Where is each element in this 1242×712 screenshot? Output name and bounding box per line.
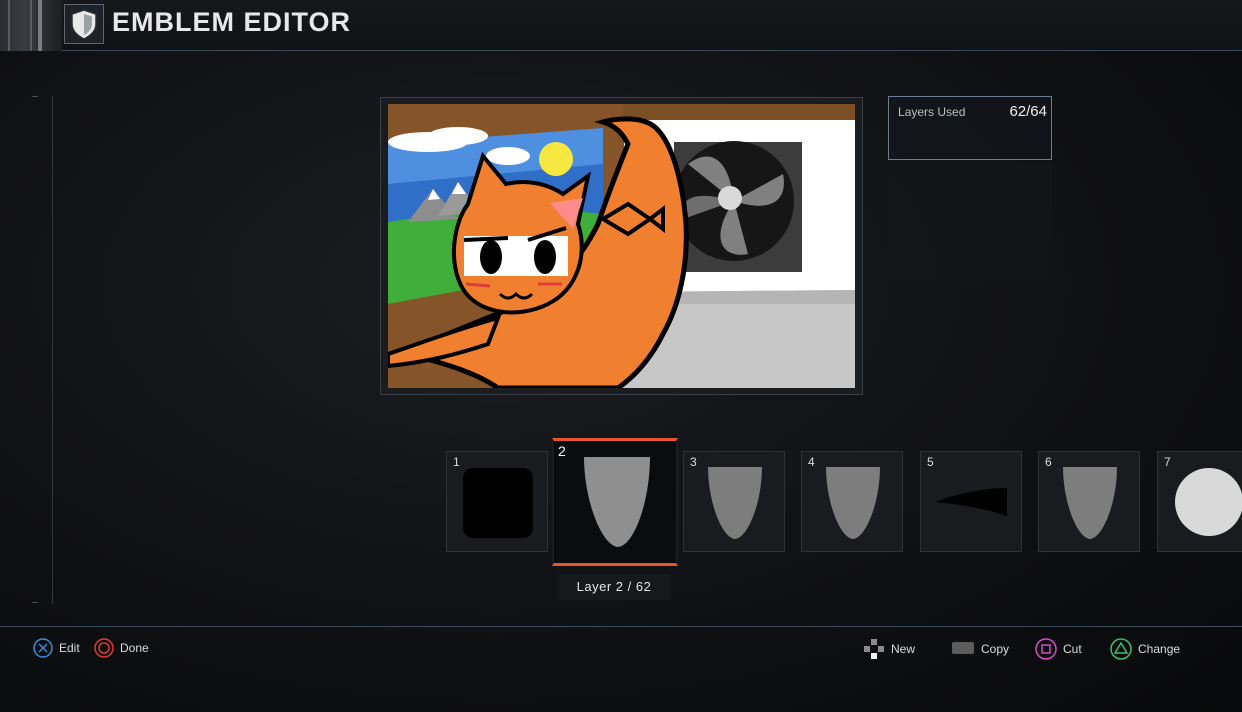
touchpad-icon xyxy=(952,642,974,654)
layers-used-panel: Layers Used 62/64 xyxy=(888,96,1052,160)
change-button[interactable]: Change xyxy=(1110,638,1180,660)
header-bar: EMBLEM EDITOR xyxy=(0,0,1242,51)
rounded-square-shape xyxy=(463,468,533,538)
cut-button[interactable]: Cut xyxy=(1035,638,1082,660)
emblem-canvas[interactable] xyxy=(388,104,855,388)
rail-tick xyxy=(32,96,38,97)
cone-shape xyxy=(584,457,650,547)
edit-label: Edit xyxy=(59,641,80,655)
layer-slot-1[interactable]: 1 xyxy=(446,451,548,552)
emblem-artwork xyxy=(388,104,855,388)
circle-shape xyxy=(1175,468,1242,536)
layer-preview-panel xyxy=(889,163,1052,281)
new-label: New xyxy=(891,642,916,656)
layers-used-value: 62/64 xyxy=(1009,103,1047,120)
layer-slot-7[interactable]: 7 xyxy=(1157,451,1242,552)
left-rail xyxy=(52,96,53,604)
cross-button-icon xyxy=(33,638,53,658)
new-button[interactable]: New xyxy=(863,638,915,660)
header-decor-strip xyxy=(0,0,62,51)
layer-slot-6[interactable]: 6 xyxy=(1038,451,1140,552)
circle-button-icon xyxy=(94,638,114,658)
copy-button[interactable]: Copy xyxy=(951,638,1009,660)
layer-slot-5[interactable]: 5 xyxy=(920,451,1022,552)
cone-shape xyxy=(826,467,880,539)
square-button-icon xyxy=(1035,638,1057,660)
layers-used-label: Layers Used xyxy=(898,105,966,119)
layer-slot-4[interactable]: 4 xyxy=(801,451,903,552)
edit-button[interactable]: Edit xyxy=(33,637,80,659)
slash-shape xyxy=(935,488,1007,516)
rail-tick xyxy=(32,602,38,603)
page-title: EMBLEM EDITOR xyxy=(112,7,352,37)
layer-caption: Layer 2 / 62 xyxy=(557,574,671,600)
cone-shape xyxy=(1063,467,1117,539)
dpad-icon xyxy=(864,639,884,659)
layer-slot-3[interactable]: 3 xyxy=(683,451,785,552)
change-label: Change xyxy=(1138,642,1181,656)
done-button[interactable]: Done xyxy=(94,637,149,659)
copy-label: Copy xyxy=(981,642,1010,656)
cone-shape xyxy=(708,467,762,539)
triangle-button-icon xyxy=(1110,638,1132,660)
shield-icon xyxy=(64,4,104,44)
cut-label: Cut xyxy=(1063,642,1082,656)
footer-divider xyxy=(0,626,1242,627)
layer-slot-2[interactable]: 2 xyxy=(552,438,678,566)
done-label: Done xyxy=(120,641,149,655)
